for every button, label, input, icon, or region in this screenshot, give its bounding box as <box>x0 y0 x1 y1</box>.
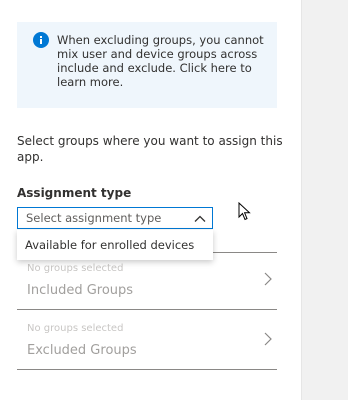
chevron-right-icon <box>264 272 272 286</box>
info-banner[interactable]: When excluding groups, you cannot mix us… <box>17 22 277 108</box>
assignment-type-dropdown[interactable]: Select assignment type <box>17 207 213 229</box>
panel-divider <box>301 0 302 400</box>
chevron-up-icon <box>194 215 206 222</box>
dropdown-value: Select assignment type <box>26 211 162 225</box>
assign-help-text: Select groups where you want to assign t… <box>17 134 283 164</box>
included-groups-title: Included Groups <box>27 283 134 298</box>
info-message: When excluding groups, you cannot mix us… <box>57 33 264 89</box>
chevron-right-icon <box>264 332 272 346</box>
option-available-enrolled[interactable]: Available for enrolled devices <box>25 238 194 252</box>
info-icon <box>33 32 49 48</box>
assignment-type-label: Assignment type <box>17 186 132 200</box>
mouse-pointer-icon <box>238 202 251 221</box>
excluded-groups-title: Excluded Groups <box>27 343 137 358</box>
excluded-groups-status: No groups selected <box>27 323 124 334</box>
right-gutter <box>302 0 348 400</box>
included-groups-status: No groups selected <box>27 263 124 274</box>
included-groups-row[interactable]: No groups selected Included Groups <box>17 252 277 310</box>
excluded-groups-row[interactable]: No groups selected Excluded Groups <box>17 313 277 370</box>
assignment-type-menu: Available for enrolled devices <box>17 230 213 260</box>
